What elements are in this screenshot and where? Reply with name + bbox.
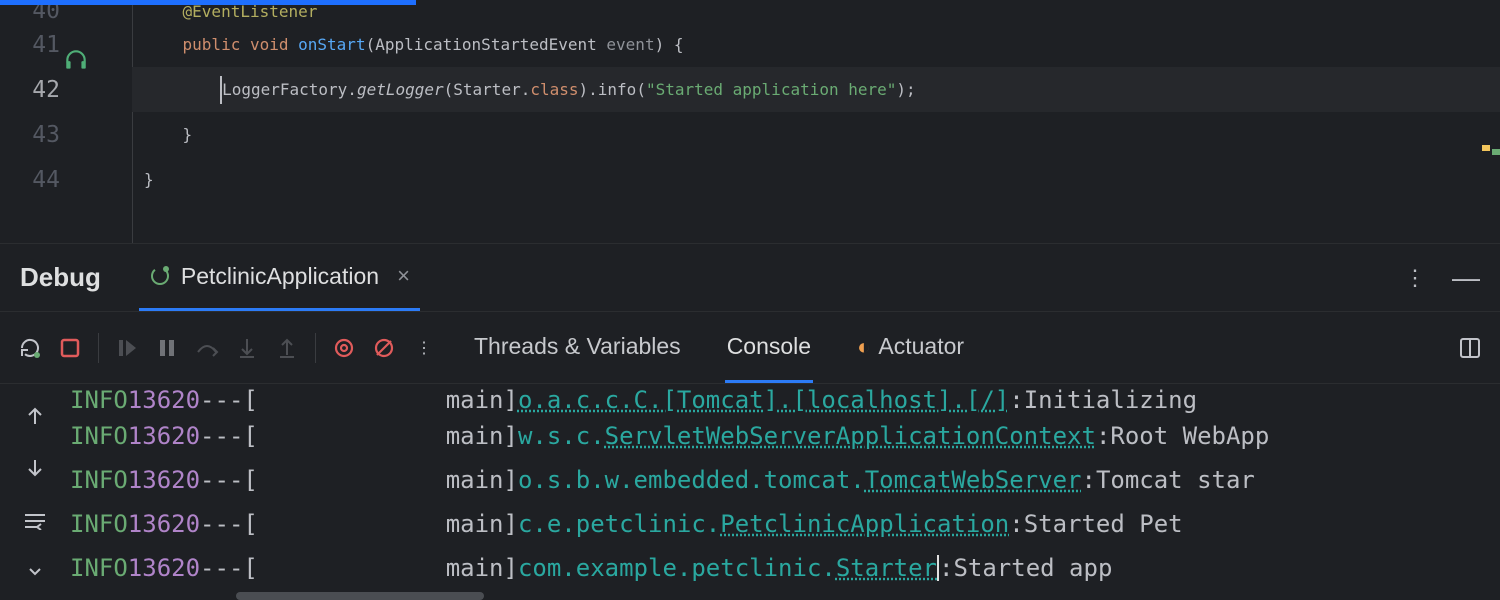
rerun-button[interactable]	[10, 328, 50, 368]
debug-toolbar: ⋮ Threads & Variables Console ◐ Actuator	[0, 312, 1500, 384]
more-actions-icon[interactable]: ⋮	[404, 328, 444, 368]
line-number[interactable]: 44	[0, 157, 60, 202]
threads-tab[interactable]: Threads & Variables	[472, 313, 683, 383]
log-line[interactable]: INFO 13620 --- [ main] c.e.petclinic.Pet…	[70, 502, 1500, 546]
progress-bar	[0, 0, 416, 5]
line-number[interactable]: 41	[0, 22, 60, 67]
code-line[interactable]: }	[132, 157, 1500, 202]
kebab-menu-icon[interactable]: ⋮	[1404, 265, 1428, 291]
log-line[interactable]: INFO 13620 --- [ main] w.s.c.ServletWebS…	[70, 414, 1500, 458]
down-stack-icon[interactable]	[19, 452, 51, 484]
editor-gutter: 4041424344	[0, 0, 132, 243]
step-over-button[interactable]	[187, 328, 227, 368]
code-line[interactable]: LoggerFactory.getLogger(Starter.class).i…	[132, 67, 1500, 112]
pause-button[interactable]	[147, 328, 187, 368]
debug-title: Debug	[20, 262, 101, 293]
log-line[interactable]: INFO 13620 --- [ main] com.example.petcl…	[70, 546, 1500, 590]
run-config-tab[interactable]: PetclinicApplication ×	[139, 244, 420, 311]
code-area[interactable]: @EventListener public void onStart(Appli…	[132, 0, 1500, 243]
console-output[interactable]: INFO 13620 --- [ main] o.a.c.c.C.[Tomcat…	[70, 384, 1500, 600]
minimize-icon[interactable]: —	[1452, 262, 1480, 294]
console-panel: INFO 13620 --- [ main] o.a.c.c.C.[Tomcat…	[0, 384, 1500, 600]
up-stack-icon[interactable]	[19, 400, 51, 432]
horizontal-scrollbar[interactable]	[236, 592, 484, 600]
step-out-button[interactable]	[267, 328, 307, 368]
mute-breakpoints-button[interactable]	[364, 328, 404, 368]
actuator-tab[interactable]: ◐ Actuator	[855, 313, 966, 383]
debug-tool-window-header: Debug PetclinicApplication × ⋮ —	[0, 244, 1500, 312]
actuator-icon: ◐	[857, 334, 870, 359]
code-editor[interactable]: 4041424344 @EventListener public void on…	[0, 0, 1500, 244]
soft-wrap-icon[interactable]	[19, 504, 51, 536]
line-number[interactable]: 42	[0, 67, 60, 112]
resume-button[interactable]	[107, 328, 147, 368]
step-into-button[interactable]	[227, 328, 267, 368]
close-tab-icon[interactable]: ×	[397, 263, 410, 289]
log-line[interactable]: INFO 13620 --- [ main] o.s.b.w.embedded.…	[70, 458, 1500, 502]
line-number[interactable]: 43	[0, 112, 60, 157]
run-config-icon	[149, 265, 171, 287]
stop-button[interactable]	[50, 328, 90, 368]
layout-settings-icon[interactable]	[1450, 328, 1490, 368]
scroll-to-end-icon[interactable]	[19, 556, 51, 588]
view-breakpoints-button[interactable]	[324, 328, 364, 368]
console-tab[interactable]: Console	[725, 313, 813, 383]
code-line[interactable]: }	[132, 112, 1500, 157]
console-gutter	[0, 384, 70, 600]
log-line[interactable]: INFO 13620 --- [ main] o.a.c.c.C.[Tomcat…	[70, 384, 1500, 414]
code-line[interactable]: public void onStart(ApplicationStartedEv…	[132, 22, 1500, 67]
actuator-label: Actuator	[878, 333, 964, 359]
run-config-label: PetclinicApplication	[181, 263, 379, 290]
